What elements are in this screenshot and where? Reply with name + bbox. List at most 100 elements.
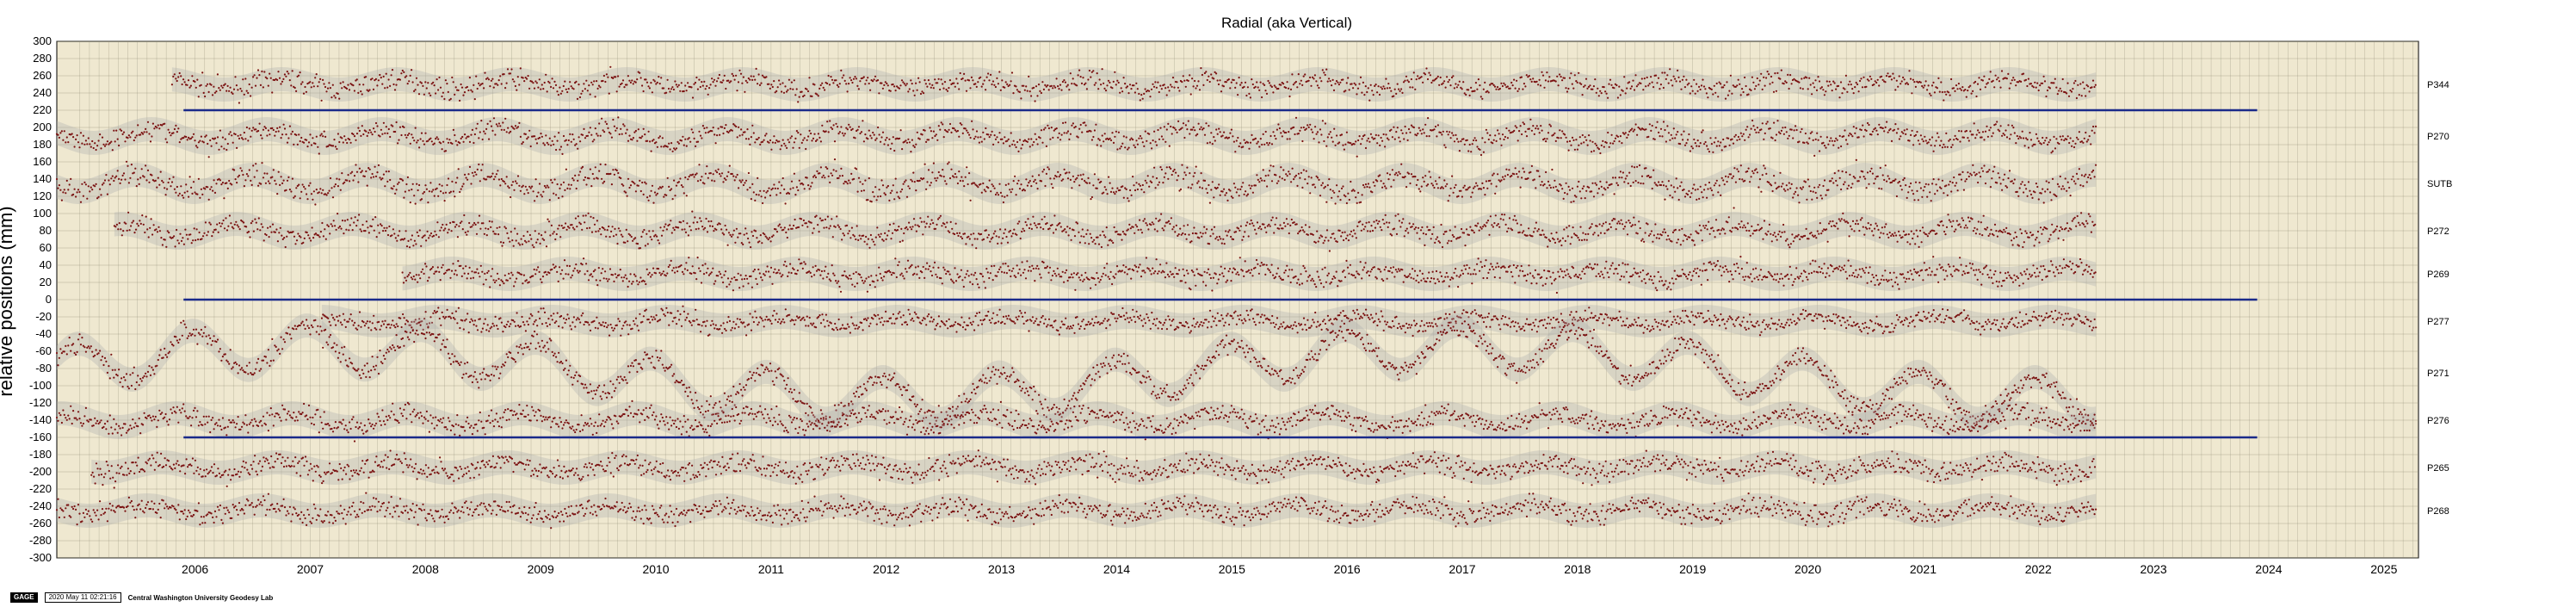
data-point (2066, 135, 2069, 138)
data-point (1613, 87, 1615, 90)
data-point (1886, 180, 1888, 183)
data-point (1270, 143, 1274, 146)
data-point (1251, 184, 1253, 187)
data-point (188, 176, 191, 178)
data-point (632, 83, 634, 85)
data-point (1077, 136, 1079, 139)
data-point (113, 179, 115, 183)
data-point (1549, 125, 1552, 127)
data-point (1093, 129, 1096, 132)
data-point (173, 127, 176, 131)
data-point (192, 181, 195, 183)
data-point (609, 133, 612, 135)
data-point (191, 192, 194, 195)
data-point (424, 184, 427, 187)
data-point (1042, 88, 1045, 90)
data-point (967, 131, 969, 134)
y-tick-label: 60 (40, 241, 52, 254)
data-point (331, 145, 335, 147)
data-point (1750, 176, 1752, 178)
data-point (717, 127, 720, 130)
data-point (423, 190, 426, 194)
data-point (96, 145, 99, 147)
data-point (283, 127, 287, 130)
data-point (639, 77, 642, 79)
data-point (1884, 164, 1887, 167)
data-point (570, 140, 572, 143)
data-point (148, 181, 151, 183)
data-point (1499, 138, 1502, 140)
data-point (699, 134, 702, 137)
data-point (1159, 84, 1162, 87)
data-point (1605, 141, 1608, 144)
data-point (1922, 86, 1924, 89)
data-point (1504, 135, 1506, 139)
data-point (1937, 178, 1940, 181)
data-point (1900, 135, 1902, 138)
data-point (1135, 182, 1138, 184)
data-point (924, 163, 926, 165)
data-point (333, 95, 336, 97)
data-point (1775, 90, 1777, 92)
data-point (1002, 201, 1004, 204)
data-point (1809, 189, 1812, 193)
data-point (867, 199, 869, 201)
data-point (1763, 76, 1765, 78)
data-point (722, 132, 725, 135)
data-point (670, 88, 673, 90)
data-point (770, 84, 773, 86)
data-point (1911, 129, 1913, 132)
data-point (846, 128, 849, 131)
data-point (1584, 197, 1586, 200)
data-point (1589, 139, 1591, 142)
data-point (1363, 94, 1366, 96)
data-point (534, 200, 536, 202)
data-point (1339, 199, 1342, 201)
data-point (588, 131, 590, 133)
data-point (579, 140, 582, 143)
data-point (1426, 77, 1430, 81)
data-point (78, 146, 81, 149)
data-point (1969, 84, 1972, 87)
data-point (793, 172, 796, 175)
data-point (1120, 146, 1122, 148)
data-point (964, 127, 967, 130)
data-point (446, 138, 448, 140)
data-point (1885, 75, 1888, 77)
data-point (197, 141, 200, 144)
data-point (794, 137, 797, 139)
data-point (1658, 131, 1660, 133)
data-point (1860, 77, 1863, 80)
data-point (221, 86, 224, 89)
data-point (1014, 175, 1016, 177)
data-point (1603, 86, 1605, 89)
x-tick-label: 2020 (1795, 562, 1821, 576)
data-point (1863, 76, 1865, 78)
data-point (1705, 92, 1708, 95)
data-point (1820, 86, 1823, 89)
data-point (1879, 166, 1881, 170)
data-point (409, 142, 411, 145)
data-point (164, 122, 166, 125)
data-point (1903, 177, 1906, 180)
data-point (200, 135, 202, 138)
data-point (542, 190, 545, 193)
data-point (892, 184, 894, 187)
data-point (377, 79, 380, 82)
data-point (1530, 80, 1533, 83)
data-point (430, 140, 433, 143)
data-point (475, 127, 478, 130)
data-point (1494, 192, 1497, 195)
data-point (961, 123, 963, 126)
data-point (682, 186, 684, 189)
data-point (612, 118, 615, 121)
data-point (1324, 122, 1326, 125)
data-point (2077, 138, 2079, 140)
data-point (750, 136, 753, 139)
data-point (732, 175, 735, 177)
data-point (1917, 139, 1919, 142)
data-point (622, 123, 625, 126)
data-point (793, 79, 795, 82)
data-point (1264, 175, 1267, 177)
data-point (500, 128, 503, 131)
